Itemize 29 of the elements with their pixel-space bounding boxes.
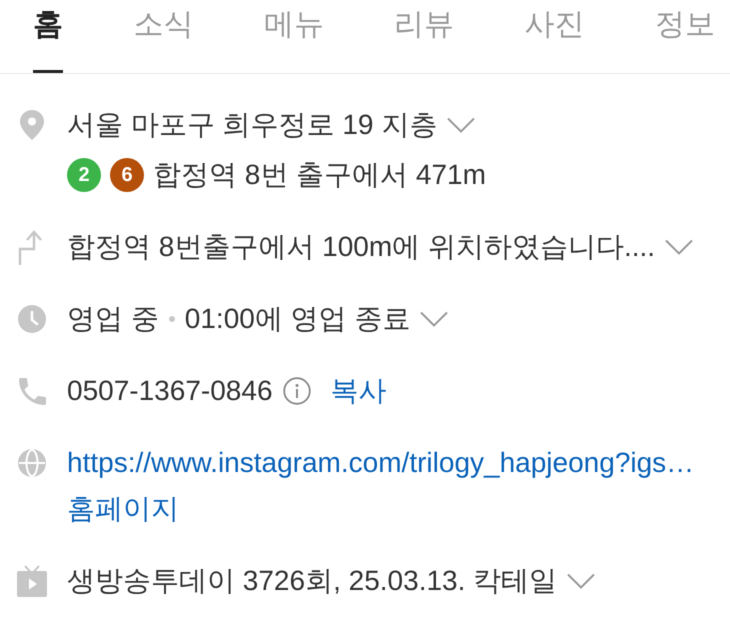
phone-number-text: 0507-1367-0846 [67,375,273,407]
chevron-down-icon[interactable] [665,239,694,255]
closing-time-text: 01:00에 영업 종료 [184,302,410,336]
tv-program-text: 생방송투데이 3726회, 25.03.13. 칵테일 [67,564,558,598]
chevron-down-icon[interactable] [447,117,476,133]
globe-icon [18,449,46,477]
location-pin-icon [20,110,44,140]
tab[interactable]: 정보 [654,0,715,73]
station-distance-text: 합정역 8번 출구에서 471m [153,158,486,192]
separator-dot-icon [168,316,175,322]
homepage-link[interactable]: 홈페이지 [67,490,179,528]
website-link[interactable]: https://www.instagram.com/trilogy_hapjeong?igs… [67,447,694,479]
directions-text: 합정역 8번출구에서 100m에 위치하였습니다.... [67,230,656,264]
info-icon[interactable] [282,377,311,405]
clock-icon [18,305,46,333]
tab[interactable]: 홈 [33,0,63,73]
business-status-text: 영업 중 [67,302,159,336]
subway-line-badge: 6 [110,158,144,192]
address-text: 서울 마포구 희우정로 19 지층 [67,108,438,142]
chevron-down-icon[interactable] [420,311,448,327]
chevron-down-icon[interactable] [567,573,596,589]
tab[interactable]: 사진 [524,0,585,73]
tab[interactable]: 리뷰 [394,0,454,73]
tab[interactable]: 소식 [133,0,194,73]
phone-icon [18,378,46,404]
subway-line-badge: 2 [67,158,101,192]
tv-icon [17,565,47,597]
tab[interactable]: 메뉴 [264,0,324,73]
copy-link[interactable]: 복사 [330,372,387,410]
